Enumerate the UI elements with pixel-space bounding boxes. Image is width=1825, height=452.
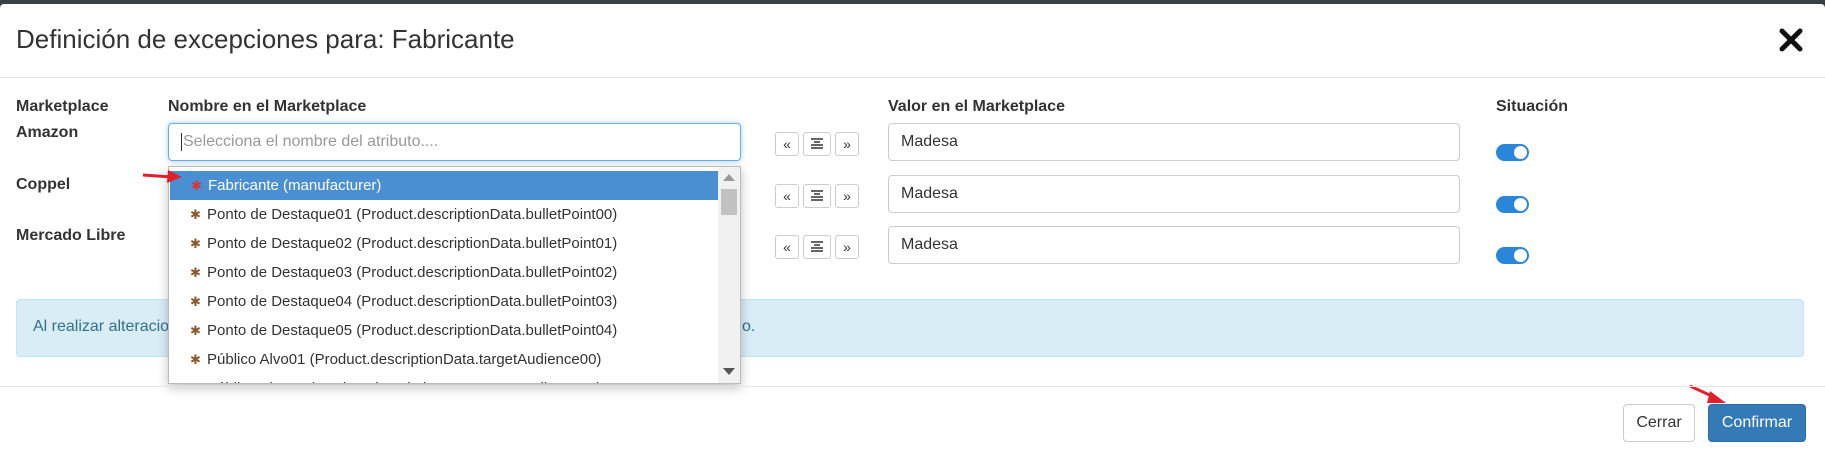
text-caret <box>181 132 182 151</box>
marketplace-name-coppel: Coppel <box>16 176 71 193</box>
marketplace-name-amazon: Amazon <box>16 124 79 141</box>
close-icon[interactable] <box>1777 26 1805 54</box>
dropdown-option[interactable]: ✱ Ponto de Destaque05 (Product.descriptio… <box>169 316 719 345</box>
move-left-button[interactable]: « <box>775 184 799 208</box>
align-center-icon <box>811 138 823 149</box>
asterisk-icon: ✱ <box>190 207 201 222</box>
move-right-label: » <box>843 136 851 152</box>
status-toggle-coppel[interactable] <box>1496 196 1529 213</box>
status-toggle-amazon[interactable] <box>1496 144 1529 161</box>
dropdown-option[interactable]: ✱ Ponto de Destaque01 (Product.descriptio… <box>169 200 719 229</box>
dropdown-scrollbar[interactable] <box>718 167 740 383</box>
marketplace-name-mercado-libre: Mercado Libre <box>16 227 126 244</box>
move-right-button[interactable]: » <box>835 184 859 208</box>
column-header-status: Situación <box>1496 98 1569 115</box>
row-amazon-buttons: « » <box>775 132 859 156</box>
align-center-button[interactable] <box>803 235 831 259</box>
dropdown-option[interactable]: ✱ Público Alvo01 (Product.descriptionData… <box>169 345 719 374</box>
move-left-label: « <box>783 239 791 255</box>
asterisk-icon: ✱ <box>190 374 201 383</box>
annotation-arrow-icon <box>142 170 182 183</box>
asterisk-icon: ✱ <box>191 178 202 193</box>
row-coppel-buttons: « » <box>775 184 859 208</box>
move-left-button[interactable]: « <box>775 235 799 259</box>
dropdown-option-label: Ponto de Destaque04 (Product.description… <box>207 293 618 310</box>
asterisk-icon: ✱ <box>190 323 201 338</box>
scroll-thumb[interactable] <box>721 189 737 215</box>
attribute-name-input[interactable]: Selecciona el nombre del atributo.... <box>168 123 741 161</box>
attribute-input-placeholder: Selecciona el nombre del atributo.... <box>183 133 439 150</box>
dropdown-option-label: Ponto de Destaque05 (Product.description… <box>207 322 618 339</box>
dropdown-option[interactable]: ✱ Ponto de Destaque04 (Product.descriptio… <box>169 287 719 316</box>
move-left-label: « <box>783 188 791 204</box>
value-input-mercado-libre[interactable]: Madesa <box>888 226 1460 264</box>
modal-footer-divider <box>0 386 1825 387</box>
column-header-value: Valor en el Marketplace <box>888 98 1065 115</box>
dropdown-option[interactable]: ✱ Ponto de Destaque02 (Product.descriptio… <box>169 229 719 258</box>
toggle-knob <box>1514 249 1527 262</box>
modal-header: Definición de excepciones para: Fabrican… <box>0 4 1825 78</box>
asterisk-icon: ✱ <box>190 265 201 280</box>
dropdown-option[interactable]: ✱ Público Alvo02 (Product.descriptionData… <box>169 374 719 383</box>
move-right-button[interactable]: » <box>835 235 859 259</box>
alert-text-end: o. <box>742 318 756 335</box>
move-right-label: » <box>843 188 851 204</box>
dropdown-option[interactable]: ✱ Fabricante (manufacturer) <box>170 171 736 200</box>
annotation-arrow-icon <box>1689 384 1726 403</box>
align-center-button[interactable] <box>803 132 831 156</box>
dropdown-option-label: Ponto de Destaque02 (Product.description… <box>207 235 618 252</box>
modal-title: Definición de excepciones para: Fabrican… <box>16 24 515 54</box>
cancel-button[interactable]: Cerrar <box>1623 404 1695 442</box>
toggle-knob <box>1514 146 1527 159</box>
dropdown-option-label: Público Alvo02 (Product.descriptionData.… <box>207 374 601 383</box>
asterisk-icon: ✱ <box>190 294 201 309</box>
move-right-label: » <box>843 239 851 255</box>
align-center-button[interactable] <box>803 184 831 208</box>
dropdown-option-label: Público Alvo01 (Product.descriptionData.… <box>207 351 602 368</box>
align-center-icon <box>811 241 823 252</box>
align-center-icon <box>811 190 823 201</box>
exceptions-modal: Definición de excepciones para: Fabrican… <box>0 4 1825 452</box>
dropdown-option-label: Ponto de Destaque03 (Product.description… <box>207 264 618 281</box>
confirm-button[interactable]: Confirmar <box>1708 404 1806 442</box>
scroll-up-icon[interactable] <box>723 174 735 181</box>
attribute-dropdown[interactable]: ✱ Fabricante (manufacturer) ✱ Ponto de Dest… <box>168 166 741 384</box>
attribute-options-list: ✱ Fabricante (manufacturer) ✱ Ponto de Dest… <box>169 167 736 383</box>
value-input-coppel[interactable]: Madesa <box>888 175 1460 213</box>
dropdown-option-label: Fabricante (manufacturer) <box>208 177 382 194</box>
scroll-down-icon[interactable] <box>723 368 735 375</box>
status-toggle-mercado-libre[interactable] <box>1496 247 1529 264</box>
row-mercado-libre-buttons: « » <box>775 235 859 259</box>
dropdown-option-label: Ponto de Destaque01 (Product.description… <box>207 206 618 223</box>
column-header-marketplace: Marketplace <box>16 98 109 115</box>
column-header-name: Nombre en el Marketplace <box>168 98 367 115</box>
dropdown-option[interactable]: ✱ Ponto de Destaque03 (Product.descriptio… <box>169 258 719 287</box>
asterisk-icon: ✱ <box>190 352 201 367</box>
toggle-knob <box>1514 198 1527 211</box>
value-input-amazon[interactable]: Madesa <box>888 123 1460 161</box>
move-left-button[interactable]: « <box>775 132 799 156</box>
asterisk-icon: ✱ <box>190 236 201 251</box>
alert-text-start: Al realizar alteracio <box>33 318 170 335</box>
move-right-button[interactable]: » <box>835 132 859 156</box>
move-left-label: « <box>783 136 791 152</box>
